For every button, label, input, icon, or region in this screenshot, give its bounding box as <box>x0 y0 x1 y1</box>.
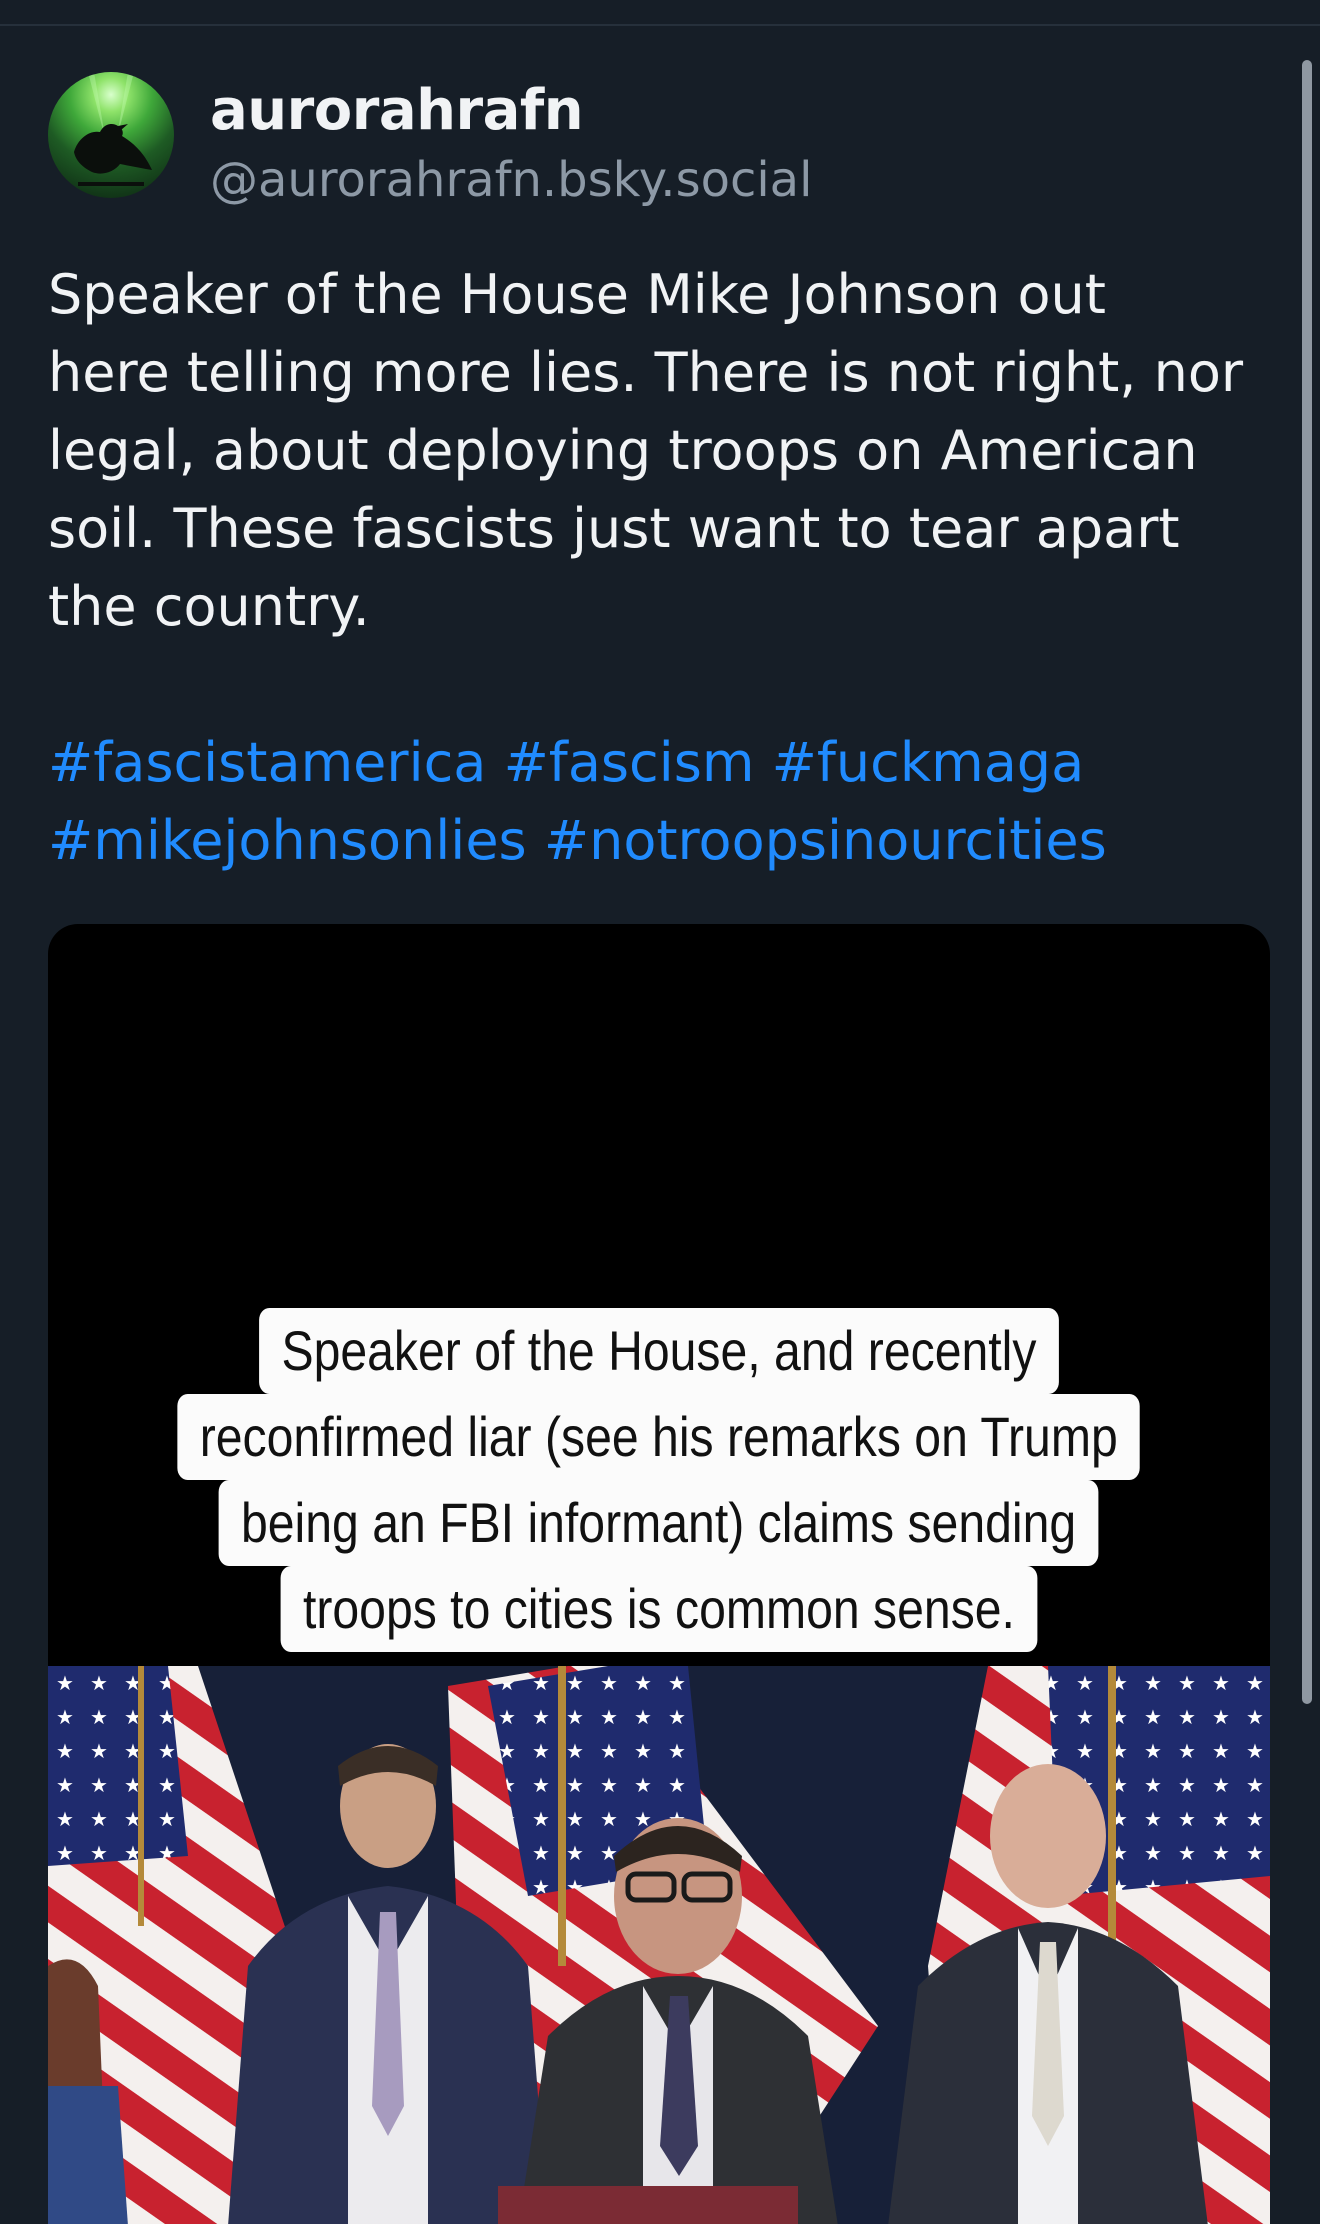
avatar[interactable] <box>48 72 174 198</box>
video-frame: ★ <box>48 1666 1270 2224</box>
caption-line: reconfirmed liar (see his remarks on Tru… <box>177 1394 1141 1480</box>
post-text-line: the country. <box>48 575 370 638</box>
hashtag-link[interactable]: #mikejohnsonlies <box>48 809 527 872</box>
caption-line: troops to cities is common sense. <box>280 1566 1038 1652</box>
caption-line: being an FBI informant) claims sending <box>219 1480 1099 1566</box>
hashtag-row: #fascistamerica #fascism #fuckmaga <box>48 724 1270 802</box>
hashtags: #fascistamerica #fascism #fuckmaga #mike… <box>48 724 1270 880</box>
post-text-line: here telling more lies. There is not rig… <box>48 341 1244 404</box>
post-text-line: legal, about deploying troops on America… <box>48 419 1198 482</box>
hashtag-row: #mikejohnsonlies #notroopsinourcities <box>48 802 1270 880</box>
top-divider <box>0 24 1320 26</box>
video-embed[interactable]: Speaker of the House, and recently recon… <box>48 924 1270 2224</box>
hashtag-link[interactable]: #fascism <box>504 731 755 794</box>
author-handle[interactable]: @aurorahrafn.bsky.social <box>210 152 812 208</box>
hashtag-link[interactable]: #fascistamerica <box>48 731 486 794</box>
post-header: aurorahrafn @aurorahrafn.bsky.social <box>48 70 1270 208</box>
scrollbar[interactable] <box>1298 26 1320 2192</box>
post-card[interactable]: aurorahrafn @aurorahrafn.bsky.social Spe… <box>48 70 1270 2224</box>
hashtag-link[interactable]: #notroopsinourcities <box>544 809 1107 872</box>
author-display-name[interactable]: aurorahrafn <box>210 78 584 143</box>
scrollbar-thumb[interactable] <box>1302 60 1312 1704</box>
raven-icon <box>74 72 152 186</box>
post-text-line: soil. These fascists just want to tear a… <box>48 497 1180 560</box>
post-text-line: Speaker of the House Mike Johnson out <box>48 263 1106 326</box>
hashtag-link[interactable]: #fuckmaga <box>772 731 1085 794</box>
video-caption: Speaker of the House, and recently recon… <box>48 1308 1270 1652</box>
caption-line: Speaker of the House, and recently <box>259 1308 1059 1394</box>
post-text: Speaker of the House Mike Johnson out he… <box>48 256 1270 646</box>
